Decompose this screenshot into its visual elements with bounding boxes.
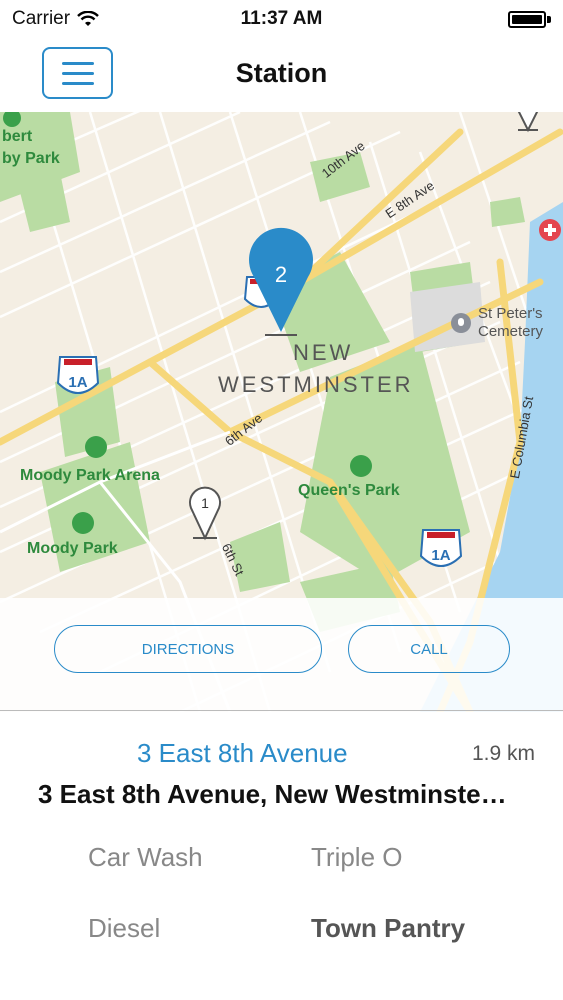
status-bar: Carrier 11:37 AM xyxy=(0,0,563,38)
pin-selected-label: 2 xyxy=(274,262,288,287)
directions-button[interactable]: DIRECTIONS xyxy=(54,625,322,673)
moody-park-arena-label: Moody Park Arena xyxy=(20,467,160,484)
amenity-item: Car Wash xyxy=(88,842,203,872)
svg-text:1A: 1A xyxy=(431,547,450,564)
pin-other-label: 1 xyxy=(201,495,209,511)
queens-park-label: Queen's Park xyxy=(298,482,400,499)
city-label-line1: NEW xyxy=(293,340,354,365)
amenity-item: Diesel xyxy=(88,913,161,943)
station-address: 3 East 8th Avenue, New Westminste… xyxy=(38,779,507,809)
svg-text:1A: 1A xyxy=(68,374,87,391)
cemetery-label: St Peter's Cemetery xyxy=(478,305,544,340)
amenity-item: Triple O xyxy=(311,842,403,872)
moody-park-label: Moody Park xyxy=(27,540,118,557)
hospital-icon xyxy=(539,219,561,241)
status-time: 11:37 AM xyxy=(240,8,323,29)
city-label-line2: WESTMINSTER xyxy=(218,372,414,397)
station-name: 3 East 8th Avenue xyxy=(137,738,348,768)
nav-bar: Station xyxy=(0,38,563,112)
station-detail-panel: DIRECTIONS CALL 3 East 8th Avenue 1.9 km… xyxy=(0,598,563,1000)
amenity-item: Town Pantry xyxy=(311,913,466,943)
battery-icon xyxy=(508,11,551,28)
station-distance: 1.9 km xyxy=(471,742,535,765)
divider xyxy=(0,710,563,711)
call-button[interactable]: CALL xyxy=(348,625,510,673)
park-label: bert by Park xyxy=(2,128,60,167)
page-title: Station xyxy=(235,58,328,88)
highway-shield-icon: 1A xyxy=(56,356,100,394)
